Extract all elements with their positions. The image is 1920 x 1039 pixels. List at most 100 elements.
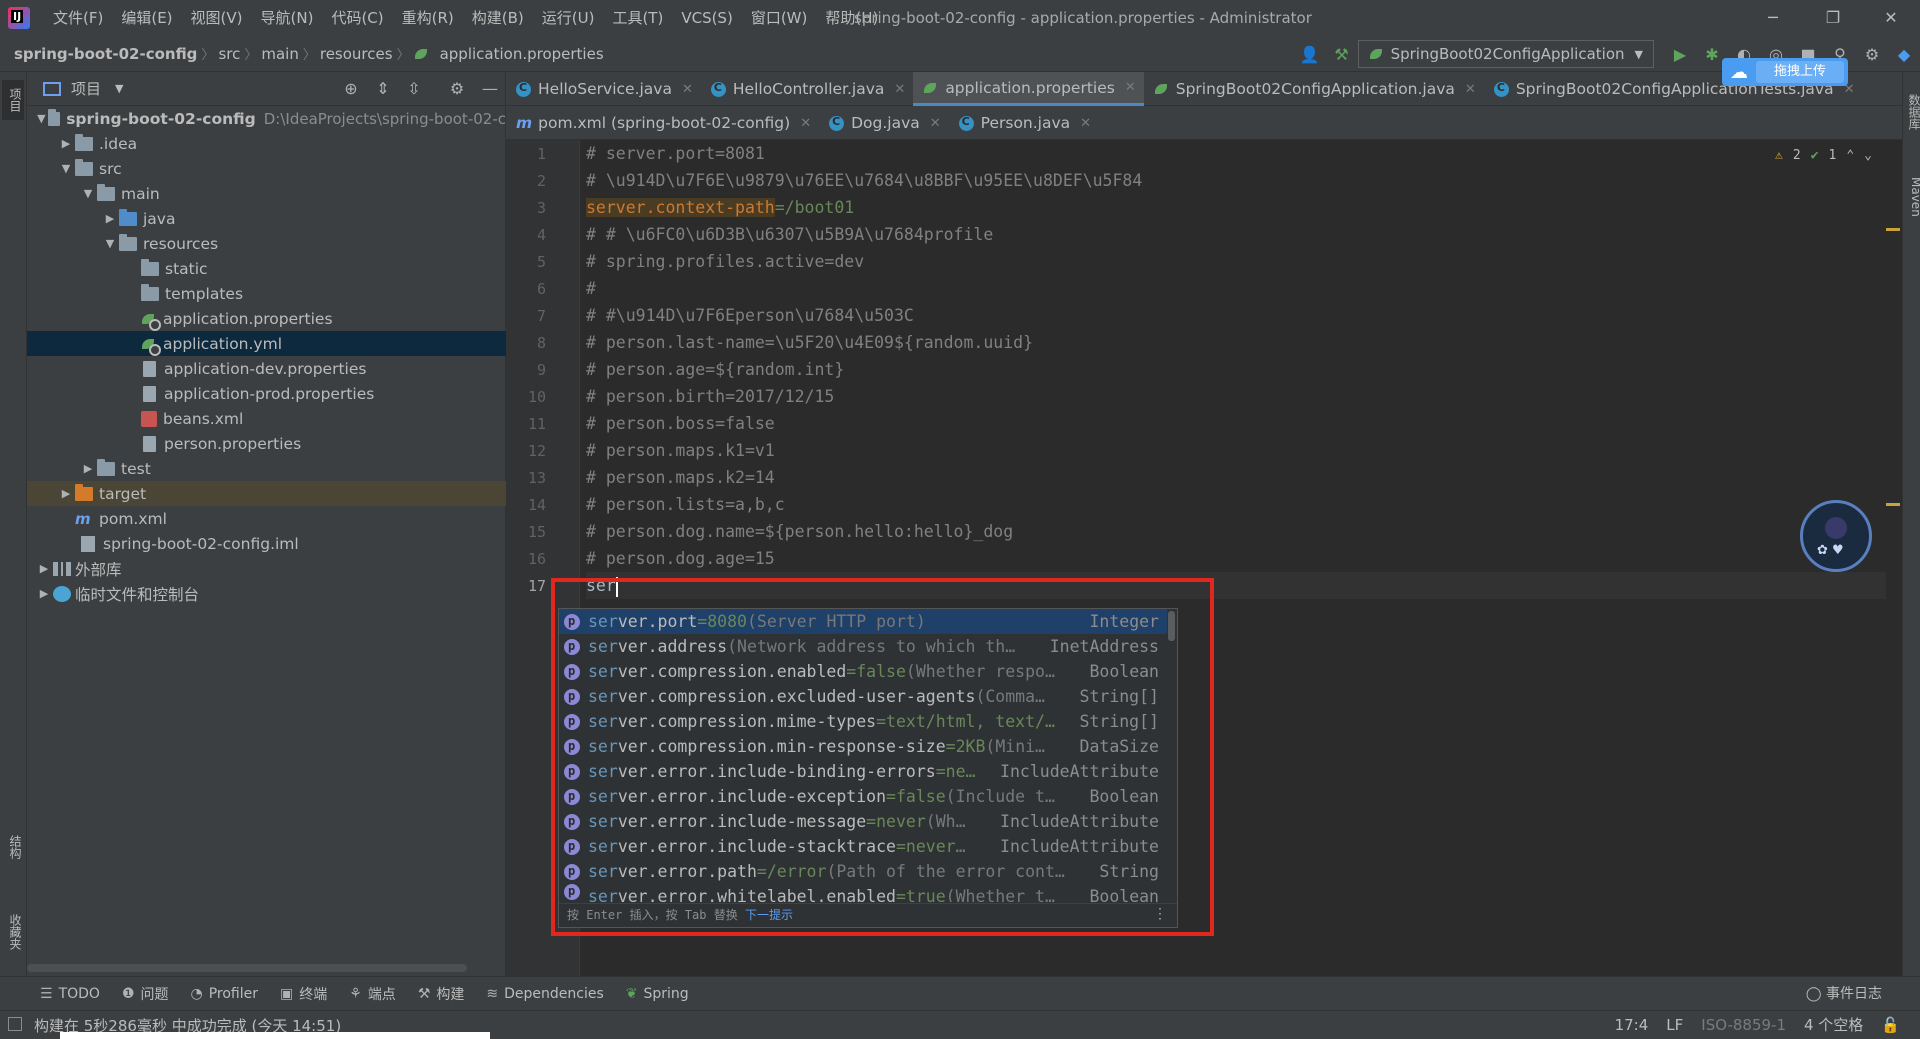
tool-build[interactable]: ⚒ 构建: [418, 984, 465, 1004]
close-button[interactable]: ✕: [1868, 0, 1914, 36]
code-completion-popup[interactable]: server.port=8080 (Server HTTP port) Inte…: [558, 608, 1178, 928]
locate-icon[interactable]: ⊕: [340, 78, 362, 100]
tool-event-log[interactable]: ◯ 事件日志: [1806, 977, 1882, 1011]
tool-terminal[interactable]: ▣ 终端: [280, 984, 327, 1004]
tree-item-test[interactable]: ▶ test: [27, 456, 506, 481]
restore-button[interactable]: ❐: [1810, 0, 1856, 36]
run-configuration-select[interactable]: SpringBoot02ConfigApplication ▼: [1357, 40, 1654, 68]
tab-application-properties[interactable]: application.properties ✕: [913, 72, 1144, 106]
tree-item-person-properties[interactable]: person.properties: [27, 431, 506, 456]
completion-item[interactable]: server.error.include-binding-errors=ne… …: [559, 759, 1167, 784]
close-icon[interactable]: ✕: [930, 116, 941, 131]
tool-todo[interactable]: ☰ TODO: [40, 986, 100, 1002]
menu-run[interactable]: 运行(U): [533, 0, 604, 36]
minimize-button[interactable]: ─: [1750, 0, 1796, 36]
lock-icon[interactable]: 🔓: [1881, 1011, 1900, 1039]
completion-item[interactable]: server.error.path=/error (Path of the er…: [559, 859, 1167, 884]
completion-item[interactable]: server.compression.excluded-user-agents …: [559, 684, 1167, 709]
stripe-database-tab[interactable]: 数据库: [1901, 82, 1920, 142]
next-tip-link[interactable]: 下一提示: [745, 908, 793, 922]
tree-item-scratches[interactable]: ▶ 临时文件和控制台: [27, 581, 506, 606]
menu-window[interactable]: 窗口(W): [742, 0, 817, 36]
completion-item[interactable]: server.error.include-stacktrace=never … …: [559, 834, 1167, 859]
project-view-selector[interactable]: 项目 ▼: [43, 78, 123, 99]
build-hammer-icon[interactable]: ⚒: [1329, 41, 1355, 67]
breadcrumb-src[interactable]: src: [214, 45, 244, 63]
tab-dog-java[interactable]: Dog.java ✕: [819, 106, 949, 140]
tree-item-pom-xml[interactable]: m pom.xml: [27, 506, 506, 531]
collapse-all-icon[interactable]: ⇳: [403, 78, 425, 100]
indent-setting[interactable]: 4 个空格: [1804, 1011, 1863, 1039]
warning-marker[interactable]: [1886, 228, 1900, 231]
close-icon[interactable]: ✕: [1125, 80, 1136, 95]
close-icon[interactable]: ✕: [682, 82, 693, 97]
menu-navigate[interactable]: 导航(N): [252, 0, 323, 36]
tree-item-resources[interactable]: ▼ resources: [27, 231, 506, 256]
menu-code[interactable]: 代码(C): [322, 0, 392, 36]
tree-item-src[interactable]: ▼ src: [27, 156, 506, 181]
menu-vcs[interactable]: VCS(S): [672, 0, 741, 36]
gear-icon[interactable]: ⚙: [446, 78, 468, 100]
stripe-structure-tab[interactable]: 结构: [2, 817, 24, 877]
stripe-project-tab[interactable]: 项目: [2, 80, 24, 120]
tree-item-project-root[interactable]: ▼ spring-boot-02-config D:\IdeaProjects\…: [27, 106, 506, 131]
expand-all-icon[interactable]: ⇕: [372, 78, 394, 100]
menu-view[interactable]: 视图(V): [182, 0, 252, 36]
tree-item-iml[interactable]: spring-boot-02-config.iml: [27, 531, 506, 556]
file-encoding[interactable]: ISO-8859-1: [1701, 1011, 1786, 1039]
tree-item-idea[interactable]: ▶ .idea: [27, 131, 506, 156]
completion-item[interactable]: server.error.include-exception=false (In…: [559, 784, 1167, 809]
close-icon[interactable]: ✕: [800, 116, 811, 131]
completion-item[interactable]: server.error.whitelabel.enabled=true (Wh…: [559, 884, 1167, 902]
breadcrumb-resources[interactable]: resources: [316, 45, 397, 63]
tree-item-application-yml[interactable]: application.yml: [27, 331, 506, 356]
caret-position[interactable]: 17:4: [1615, 1011, 1649, 1039]
stripe-favorites-tab[interactable]: 收藏夹: [2, 902, 24, 962]
completion-item[interactable]: server.compression.enabled=false (Whethe…: [559, 659, 1167, 684]
plugin-icon[interactable]: ◆: [1891, 41, 1917, 67]
hide-panel-icon[interactable]: —: [479, 78, 501, 100]
tab-person-java[interactable]: Person.java ✕: [949, 106, 1099, 140]
completion-item[interactable]: server.address (Network address to which…: [559, 634, 1167, 659]
tree-item-main[interactable]: ▼ main: [27, 181, 506, 206]
menu-edit[interactable]: 编辑(E): [112, 0, 181, 36]
tree-item-templates[interactable]: templates: [27, 281, 506, 306]
tool-endpoints[interactable]: ⚘ 端点: [349, 984, 396, 1004]
warning-marker[interactable]: [1886, 503, 1900, 506]
completion-item[interactable]: server.compression.min-response-size=2KB…: [559, 734, 1167, 759]
tree-item-java[interactable]: ▶ java: [27, 206, 506, 231]
more-options-icon[interactable]: ⋮: [1153, 903, 1167, 925]
user-icon[interactable]: 👤: [1297, 41, 1323, 67]
tree-item-application-properties[interactable]: application.properties: [27, 306, 506, 331]
tool-windows-toggle-icon[interactable]: [8, 1017, 22, 1031]
menu-tools[interactable]: 工具(T): [603, 0, 672, 36]
gear-icon[interactable]: ⚙: [1859, 41, 1885, 67]
tree-item-application-dev-properties[interactable]: application-dev.properties: [27, 356, 506, 381]
tab-pom-xml[interactable]: m pom.xml (spring-boot-02-config) ✕: [506, 106, 819, 140]
breadcrumb-main[interactable]: main: [257, 45, 302, 63]
tree-item-beans-xml[interactable]: beans.xml: [27, 406, 506, 431]
tree-item-application-prod-properties[interactable]: application-prod.properties: [27, 381, 506, 406]
chevron-down-icon[interactable]: ⌄: [1864, 148, 1872, 163]
tree-item-external-libraries[interactable]: ▶ 外部库: [27, 556, 506, 581]
horizontal-scrollbar[interactable]: [27, 964, 467, 972]
tree-item-static[interactable]: static: [27, 256, 506, 281]
inspection-widget[interactable]: ⚠ 2 ✔ 1 ⌃ ⌄: [1775, 148, 1872, 163]
tool-profiler[interactable]: ◔ Profiler: [191, 986, 259, 1002]
tab-springboot-application[interactable]: SpringBoot02ConfigApplication.java ✕: [1144, 72, 1484, 106]
completion-item[interactable]: server.error.include-message=never (Wh… …: [559, 809, 1167, 834]
completion-item[interactable]: server.port=8080 (Server HTTP port) Inte…: [559, 609, 1167, 634]
error-stripe[interactable]: [1884, 140, 1902, 976]
tab-hello-service[interactable]: HelloService.java ✕: [506, 72, 701, 106]
close-icon[interactable]: ✕: [894, 82, 905, 97]
stripe-maven-tab[interactable]: Maven: [1901, 167, 1920, 227]
tab-hello-controller[interactable]: HelloController.java ✕: [701, 72, 913, 106]
floating-avatar[interactable]: ✿ ♥: [1800, 500, 1872, 572]
tool-spring[interactable]: ❦ Spring: [626, 986, 689, 1002]
close-icon[interactable]: ✕: [1080, 116, 1091, 131]
upload-widget[interactable]: ☁ 拖拽上传: [1722, 58, 1848, 86]
menu-file[interactable]: 文件(F): [44, 0, 112, 36]
breadcrumb-file[interactable]: application.properties: [436, 45, 608, 63]
menu-build[interactable]: 构建(B): [463, 0, 533, 36]
completion-item[interactable]: server.compression.mime-types=text/html,…: [559, 709, 1167, 734]
